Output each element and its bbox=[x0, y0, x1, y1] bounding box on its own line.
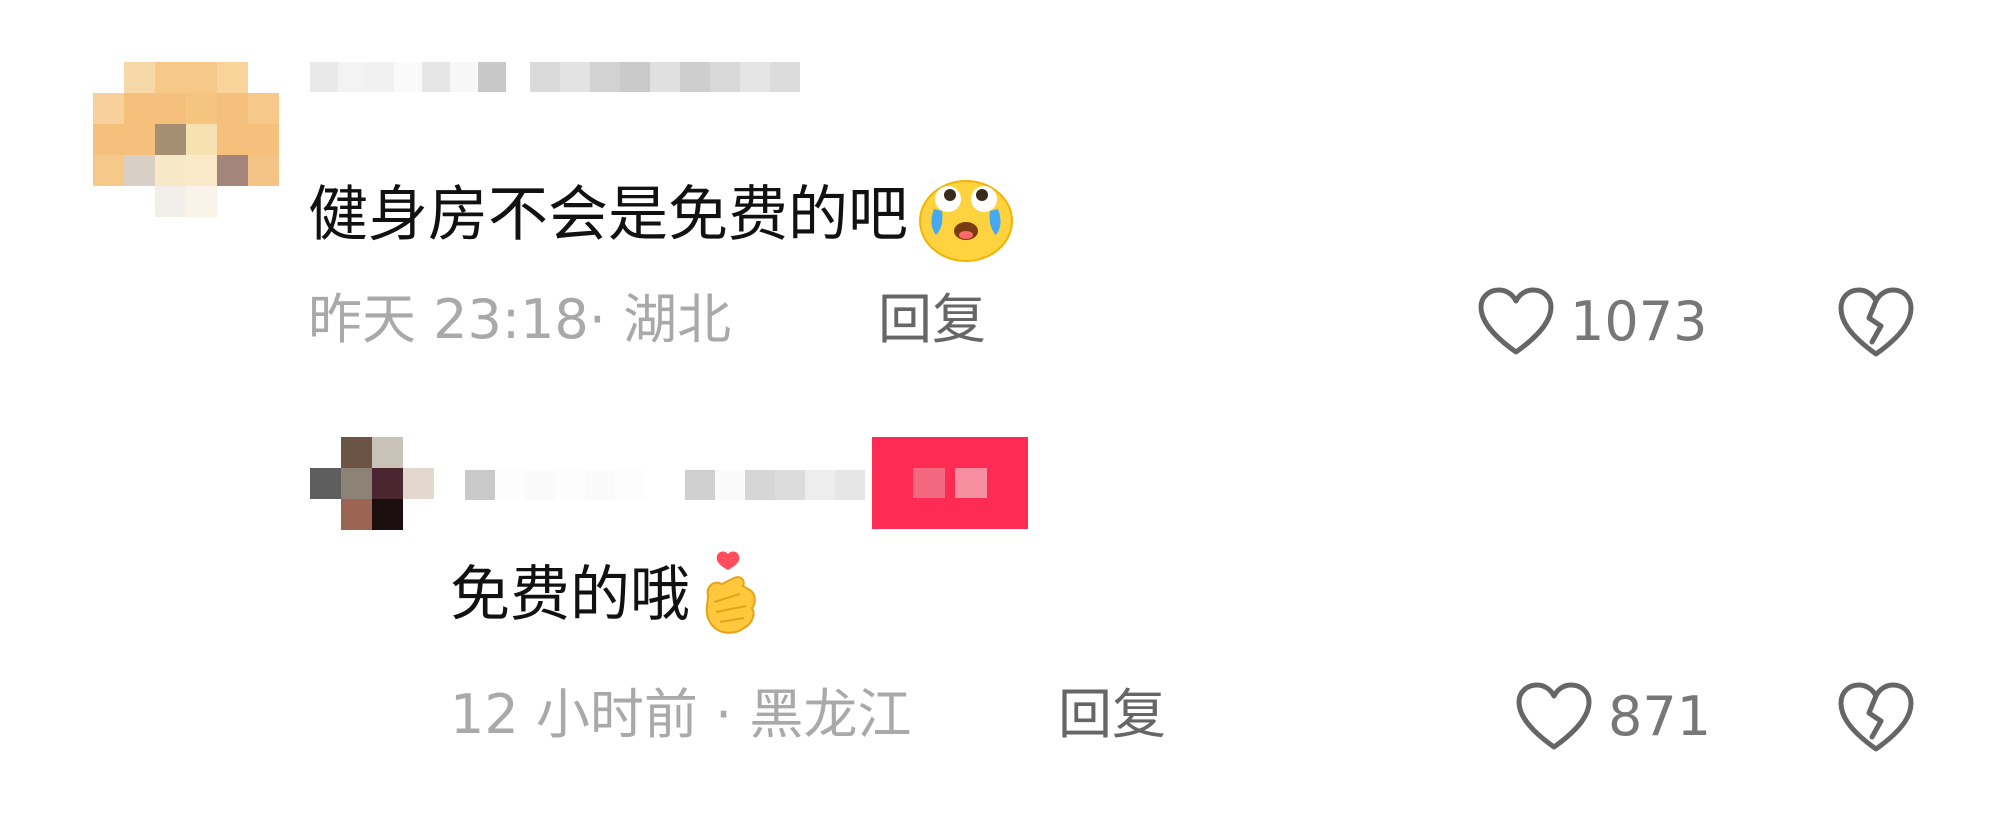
reply-comment-meta: 12 小时前 · 黑龙江 bbox=[450, 683, 911, 747]
comment-time: 昨天 23:18 bbox=[308, 288, 589, 351]
reply-comment-location: 黑龙江 bbox=[749, 683, 912, 746]
reply-button[interactable]: 回复 bbox=[1058, 683, 1166, 747]
reply-like-count: 871 bbox=[1608, 685, 1712, 748]
comment-item: 健身房不会是免费的吧 昨天 23:18· 湖北 回复 1073 bbox=[0, 0, 2000, 400]
crying-laughing-emoji-icon bbox=[916, 165, 1016, 265]
broken-heart-icon bbox=[1838, 287, 1914, 357]
broken-heart-icon bbox=[1838, 682, 1914, 752]
comment-text: 健身房不会是免费的吧 bbox=[308, 165, 1016, 265]
meta-separator: · bbox=[697, 683, 750, 746]
reply-user-tag-censored bbox=[685, 470, 865, 500]
comment-text-content: 健身房不会是免费的吧 bbox=[308, 180, 908, 250]
like-button[interactable]: 1073 bbox=[1476, 286, 1707, 358]
heart-outline-icon bbox=[1478, 287, 1554, 355]
author-badge-censored bbox=[872, 437, 1028, 529]
finger-heart-emoji-icon bbox=[698, 550, 768, 640]
reply-button[interactable]: 回复 bbox=[878, 288, 986, 352]
meta-separator: · bbox=[588, 288, 624, 351]
user-tag-censored bbox=[530, 62, 800, 92]
username-censored[interactable] bbox=[310, 62, 506, 92]
dislike-button[interactable] bbox=[1836, 284, 1916, 364]
avatar[interactable] bbox=[93, 62, 279, 217]
reply-comment-time: 12 小时前 bbox=[450, 683, 698, 746]
reply-dislike-button[interactable] bbox=[1836, 679, 1916, 759]
reply-avatar[interactable] bbox=[310, 437, 434, 530]
like-count: 1073 bbox=[1570, 290, 1708, 353]
reply-like-button[interactable]: 871 bbox=[1514, 681, 1711, 753]
reply-comment-text-content: 免费的哦 bbox=[450, 560, 690, 630]
heart-outline-icon bbox=[1516, 682, 1592, 750]
comment-location: 湖北 bbox=[623, 288, 732, 351]
reply-username-censored[interactable] bbox=[465, 470, 645, 500]
reply-comment-text: 免费的哦 bbox=[450, 550, 768, 640]
comment-meta: 昨天 23:18· 湖北 bbox=[308, 288, 731, 352]
